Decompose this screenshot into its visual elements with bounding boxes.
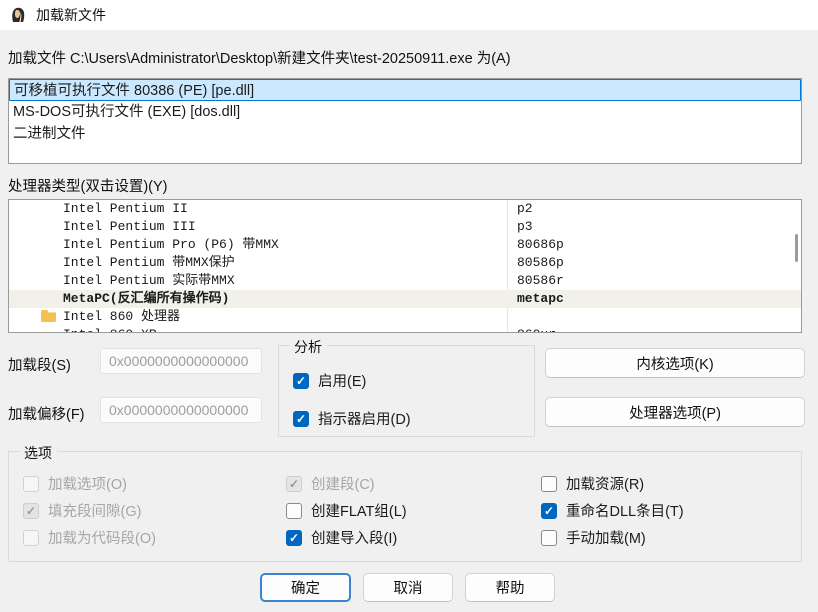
checkbox-checked-icon [286,476,302,492]
processor-name: Intel Pentium 带MMX保护 [63,254,235,272]
checkbox-label: 指示器启用(D) [318,408,411,429]
checkbox-checked-icon[interactable] [286,530,302,546]
options-column-2: 创建段(C) 创建FLAT组(L) 创建导入段(I) [286,475,407,546]
processor-name: Intel 860 处理器 [63,308,180,326]
options-column-3: 加载资源(R) 重命名DLL条目(T) 手动加载(M) [541,475,684,546]
vertical-scrollbar[interactable] [795,234,798,262]
checkbox-unchecked-icon [23,476,39,492]
file-type-option[interactable]: 二进制文件 [9,123,801,145]
processor-name: MetaPC(反汇编所有操作码) [63,290,229,308]
checkbox-row: 加载选项(O) [23,475,156,492]
checkbox-row[interactable]: 启用(E) [293,372,411,389]
options-column-1: 加载选项(O) 填充段间隙(G) 加载为代码段(O) [23,475,156,546]
checkbox-unchecked-icon[interactable] [286,503,302,519]
processor-id: metapc [517,290,564,308]
processor-id: p2 [517,200,533,218]
window-title: 加载新文件 [36,5,106,25]
options-group-title: 选项 [19,443,57,463]
processor-name: Intel Pentium III [63,218,196,236]
checkbox-label: 启用(E) [318,370,366,391]
load-segment-input[interactable] [100,348,262,374]
checkbox-row: 加载为代码段(O) [23,529,156,546]
ok-button[interactable]: 确定 [260,573,351,602]
processor-name: Intel Pentium Pro (P6) 带MMX [63,236,279,254]
title-bar: 加载新文件 [0,0,818,30]
ida-logo-icon [9,6,27,24]
file-type-list[interactable]: 可移植可执行文件 80386 (PE) [pe.dll]MS-DOS可执行文件 … [8,78,802,164]
help-button[interactable]: 帮助 [465,573,555,602]
load-segment-label: 加载段(S) [8,354,71,375]
checkbox-checked-icon[interactable] [293,373,309,389]
checkbox-label: 加载资源(R) [566,473,644,494]
checkbox-row: 填充段间隙(G) [23,502,156,519]
processor-row[interactable]: Intel 860 处理器 [9,308,801,326]
options-group: 选项 加载选项(O)填充段间隙(G)加载为代码段(O) 创建段(C)创建FLAT… [8,451,802,562]
processor-options-button[interactable]: 处理器选项(P) [545,397,805,427]
checkbox-label: 填充段间隙(G) [48,500,141,521]
load-offset-input[interactable] [100,397,262,423]
processor-row[interactable]: Intel Pentium 带MMX保护 80586p [9,254,801,272]
checkbox-unchecked-icon[interactable] [541,530,557,546]
processor-id: 860xr [517,326,556,333]
analysis-group: 分析 启用(E)指示器启用(D) [278,345,535,437]
processor-row[interactable]: MetaPC(反汇编所有操作码) metapc [9,290,801,308]
processor-name: Intel Pentium 实际带MMX [63,272,235,290]
processor-list[interactable]: Intel Pentium IIp2Intel Pentium IIIp3Int… [8,199,802,333]
processor-id: 80586r [517,272,564,290]
checkbox-unchecked-icon [23,530,39,546]
checkbox-label: 加载为代码段(O) [48,527,156,548]
processor-id: 80686p [517,236,564,254]
kernel-options-button[interactable]: 内核选项(K) [545,348,805,378]
checkbox-label: 创建FLAT组(L) [311,500,407,521]
folder-icon [41,312,56,322]
processor-row[interactable]: Intel Pentium II p2 [9,200,801,218]
processor-name: Intel Pentium II [63,200,188,218]
checkbox-row[interactable]: 手动加载(M) [541,529,684,546]
processor-row[interactable]: Intel 860 XR 860xr [9,326,801,333]
file-type-option[interactable]: MS-DOS可执行文件 (EXE) [dos.dll] [9,101,801,123]
checkbox-label: 加载选项(O) [48,473,127,494]
checkbox-checked-icon [23,503,39,519]
checkbox-label: 创建导入段(I) [311,527,397,548]
checkbox-row[interactable]: 重命名DLL条目(T) [541,502,684,519]
processor-row[interactable]: Intel Pentium 实际带MMX 80586r [9,272,801,290]
checkbox-row[interactable]: 创建FLAT组(L) [286,502,407,519]
checkbox-row[interactable]: 加载资源(R) [541,475,684,492]
processor-name: Intel 860 XR [63,326,157,333]
checkbox-checked-icon[interactable] [293,411,309,427]
analysis-checkboxes: 启用(E) 指示器启用(D) [293,372,411,427]
analysis-group-title: 分析 [289,337,327,357]
cancel-button[interactable]: 取消 [363,573,453,602]
processor-id: p3 [517,218,533,236]
checkbox-label: 创建段(C) [311,473,375,494]
processor-type-label: 处理器类型(双击设置)(Y) [8,175,168,196]
load-offset-label: 加载偏移(F) [8,403,85,424]
checkbox-label: 手动加载(M) [566,527,646,548]
checkbox-row[interactable]: 创建导入段(I) [286,529,407,546]
processor-list-rows: Intel Pentium IIp2Intel Pentium IIIp3Int… [9,200,801,332]
file-type-option[interactable]: 可移植可执行文件 80386 (PE) [pe.dll] [9,79,801,101]
load-file-label: 加载文件 C:\Users\Administrator\Desktop\新建文件… [8,47,511,68]
checkbox-unchecked-icon[interactable] [541,476,557,492]
processor-row[interactable]: Intel Pentium III p3 [9,218,801,236]
checkbox-row: 创建段(C) [286,475,407,492]
processor-id: 80586p [517,254,564,272]
checkbox-row[interactable]: 指示器启用(D) [293,410,411,427]
checkbox-label: 重命名DLL条目(T) [566,500,684,521]
checkbox-checked-icon[interactable] [541,503,557,519]
processor-row[interactable]: Intel Pentium Pro (P6) 带MMX 80686p [9,236,801,254]
